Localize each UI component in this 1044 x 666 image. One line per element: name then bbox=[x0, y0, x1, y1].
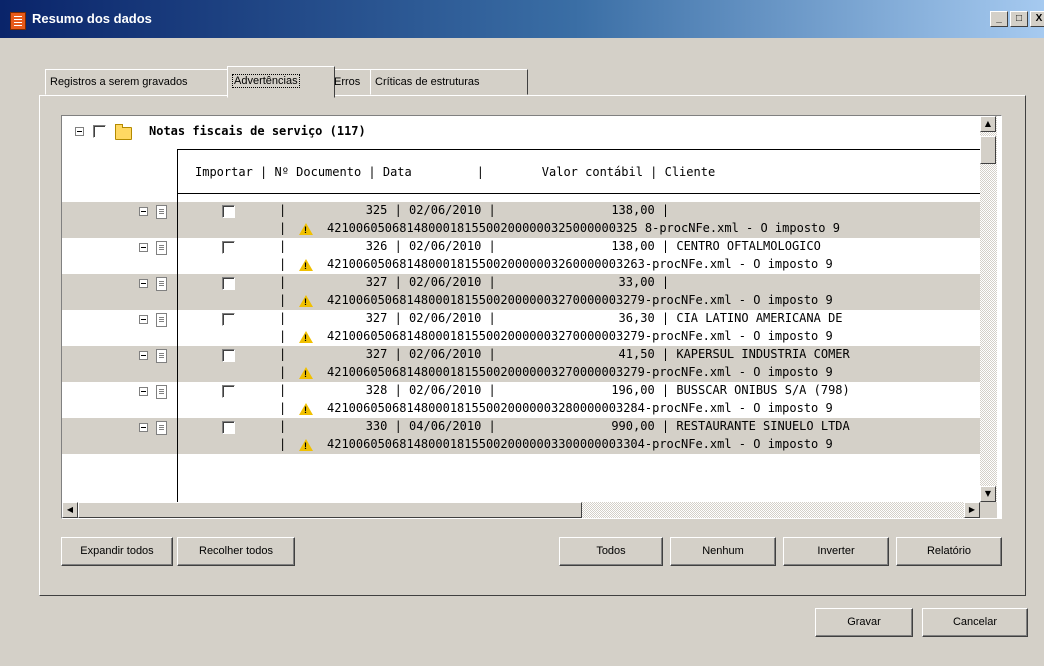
document-icon bbox=[156, 241, 167, 255]
scroll-right-button[interactable]: ▶ bbox=[964, 502, 980, 518]
row-warning-text: 4210060506814800018155002000000327000000… bbox=[327, 293, 833, 307]
import-checkbox[interactable] bbox=[222, 205, 235, 218]
row-collapse-toggle[interactable] bbox=[139, 387, 148, 396]
grid-header-columns: Importar | Nº Documento | Data | Valor c… bbox=[195, 165, 716, 179]
select-all-button[interactable]: Todos bbox=[559, 537, 663, 566]
row-collapse-toggle[interactable] bbox=[139, 315, 148, 324]
row-summary: | 327 | 02/06/2010 | 36,30 | CIA LATINO … bbox=[279, 311, 843, 325]
row-divider: | bbox=[279, 365, 287, 379]
close-button[interactable]: X bbox=[1030, 11, 1044, 27]
row-warning-text: 4210060506814800018155002000000330000000… bbox=[327, 437, 833, 451]
scroll-left-button[interactable]: ◀ bbox=[62, 502, 78, 518]
warning-icon: ! bbox=[299, 259, 313, 271]
maximize-button[interactable]: □ bbox=[1010, 11, 1028, 27]
save-button[interactable]: Gravar bbox=[815, 608, 913, 637]
title-bar: Resumo dos dados _ □ X bbox=[0, 0, 1044, 38]
tab-erros[interactable]: Erros bbox=[329, 69, 375, 95]
scrollbar-corner bbox=[980, 502, 997, 518]
invert-selection-button[interactable]: Inverter bbox=[783, 537, 889, 566]
row-summary: | 325 | 02/06/2010 | 138,00 | bbox=[279, 203, 670, 217]
import-checkbox[interactable] bbox=[222, 241, 235, 254]
warning-icon: ! bbox=[299, 295, 313, 307]
report-button[interactable]: Relatório bbox=[896, 537, 1002, 566]
row-collapse-toggle[interactable] bbox=[139, 279, 148, 288]
tab-advertencias-label: Advertências bbox=[232, 74, 300, 88]
row-divider: | bbox=[279, 329, 287, 343]
row-warning-text: 4210060506814800018155002000000325000000… bbox=[327, 221, 840, 235]
cancel-button[interactable]: Cancelar bbox=[922, 608, 1028, 637]
window-title: Resumo dos dados bbox=[32, 11, 152, 26]
warnings-tree[interactable]: Notas fiscais de serviço (117) Importar … bbox=[61, 115, 1002, 519]
tab-criticas[interactable]: Críticas de estruturas bbox=[370, 69, 528, 95]
group-label: Notas fiscais de serviço (117) bbox=[149, 124, 366, 138]
document-icon bbox=[156, 313, 167, 327]
app-icon bbox=[10, 12, 26, 30]
vertical-scroll-thumb[interactable] bbox=[980, 136, 996, 164]
table-row[interactable]: | 325 | 02/06/2010 | 138,00 | | ! 421006… bbox=[62, 202, 980, 238]
row-collapse-toggle[interactable] bbox=[139, 243, 148, 252]
row-divider: | bbox=[279, 293, 287, 307]
document-icon bbox=[156, 349, 167, 363]
warning-icon: ! bbox=[299, 439, 313, 451]
select-none-button[interactable]: Nenhum bbox=[670, 537, 776, 566]
row-summary: | 327 | 02/06/2010 | 41,50 | KAPERSUL IN… bbox=[279, 347, 850, 361]
warning-icon: ! bbox=[299, 331, 313, 343]
import-checkbox[interactable] bbox=[222, 421, 235, 434]
row-divider: | bbox=[279, 437, 287, 451]
row-warning-text: 4210060506814800018155002000000328000000… bbox=[327, 401, 833, 415]
row-divider: | bbox=[279, 221, 287, 235]
grid-header: Importar | Nº Documento | Data | Valor c… bbox=[177, 149, 981, 194]
table-row[interactable]: | 327 | 02/06/2010 | 33,00 | | ! 4210060… bbox=[62, 274, 980, 310]
warning-icon: ! bbox=[299, 223, 313, 235]
document-icon bbox=[156, 421, 167, 435]
row-collapse-toggle[interactable] bbox=[139, 351, 148, 360]
warning-icon: ! bbox=[299, 367, 313, 379]
vertical-scrollbar[interactable]: ▲ ▼ bbox=[980, 116, 997, 502]
scroll-up-button[interactable]: ▲ bbox=[980, 116, 996, 132]
horizontal-scrollbar[interactable]: ◀ ▶ bbox=[62, 502, 980, 518]
table-row[interactable]: | 326 | 02/06/2010 | 138,00 | CENTRO OFT… bbox=[62, 238, 980, 274]
row-collapse-toggle[interactable] bbox=[139, 207, 148, 216]
row-divider: | bbox=[279, 401, 287, 415]
document-icon bbox=[156, 277, 167, 291]
row-warning-text: 4210060506814800018155002000000327000000… bbox=[327, 329, 833, 343]
expand-all-button[interactable]: Expandir todos bbox=[61, 537, 173, 566]
document-icon bbox=[156, 205, 167, 219]
table-row[interactable]: | 327 | 02/06/2010 | 41,50 | KAPERSUL IN… bbox=[62, 346, 980, 382]
group-checkbox[interactable] bbox=[93, 125, 106, 138]
row-divider: | bbox=[279, 257, 287, 271]
row-summary: | 330 | 04/06/2010 | 990,00 | RESTAURANT… bbox=[279, 419, 850, 433]
table-row[interactable]: | 330 | 04/06/2010 | 990,00 | RESTAURANT… bbox=[62, 418, 980, 454]
scroll-down-button[interactable]: ▼ bbox=[980, 486, 996, 502]
import-checkbox[interactable] bbox=[222, 349, 235, 362]
tab-advertencias[interactable]: Advertências bbox=[227, 66, 335, 98]
row-collapse-toggle[interactable] bbox=[139, 423, 148, 432]
tab-registros[interactable]: Registros a serem gravados bbox=[45, 69, 230, 95]
column-divider bbox=[177, 192, 178, 502]
import-checkbox[interactable] bbox=[222, 385, 235, 398]
folder-icon bbox=[115, 124, 132, 140]
table-row[interactable]: | 327 | 02/06/2010 | 36,30 | CIA LATINO … bbox=[62, 310, 980, 346]
row-summary: | 327 | 02/06/2010 | 33,00 | bbox=[279, 275, 670, 289]
import-checkbox[interactable] bbox=[222, 277, 235, 290]
row-summary: | 326 | 02/06/2010 | 138,00 | CENTRO OFT… bbox=[279, 239, 821, 253]
minimize-button[interactable]: _ bbox=[990, 11, 1008, 27]
row-warning-text: 4210060506814800018155002000000326000000… bbox=[327, 257, 833, 271]
row-summary: | 328 | 02/06/2010 | 196,00 | BUSSCAR ON… bbox=[279, 383, 850, 397]
collapse-group-toggle[interactable] bbox=[75, 127, 84, 136]
table-row[interactable]: | 328 | 02/06/2010 | 196,00 | BUSSCAR ON… bbox=[62, 382, 980, 418]
row-warning-text: 4210060506814800018155002000000327000000… bbox=[327, 365, 833, 379]
document-icon bbox=[156, 385, 167, 399]
collapse-all-button[interactable]: Recolher todos bbox=[177, 537, 295, 566]
warning-icon: ! bbox=[299, 403, 313, 415]
import-checkbox[interactable] bbox=[222, 313, 235, 326]
horizontal-scroll-thumb[interactable] bbox=[78, 502, 582, 518]
